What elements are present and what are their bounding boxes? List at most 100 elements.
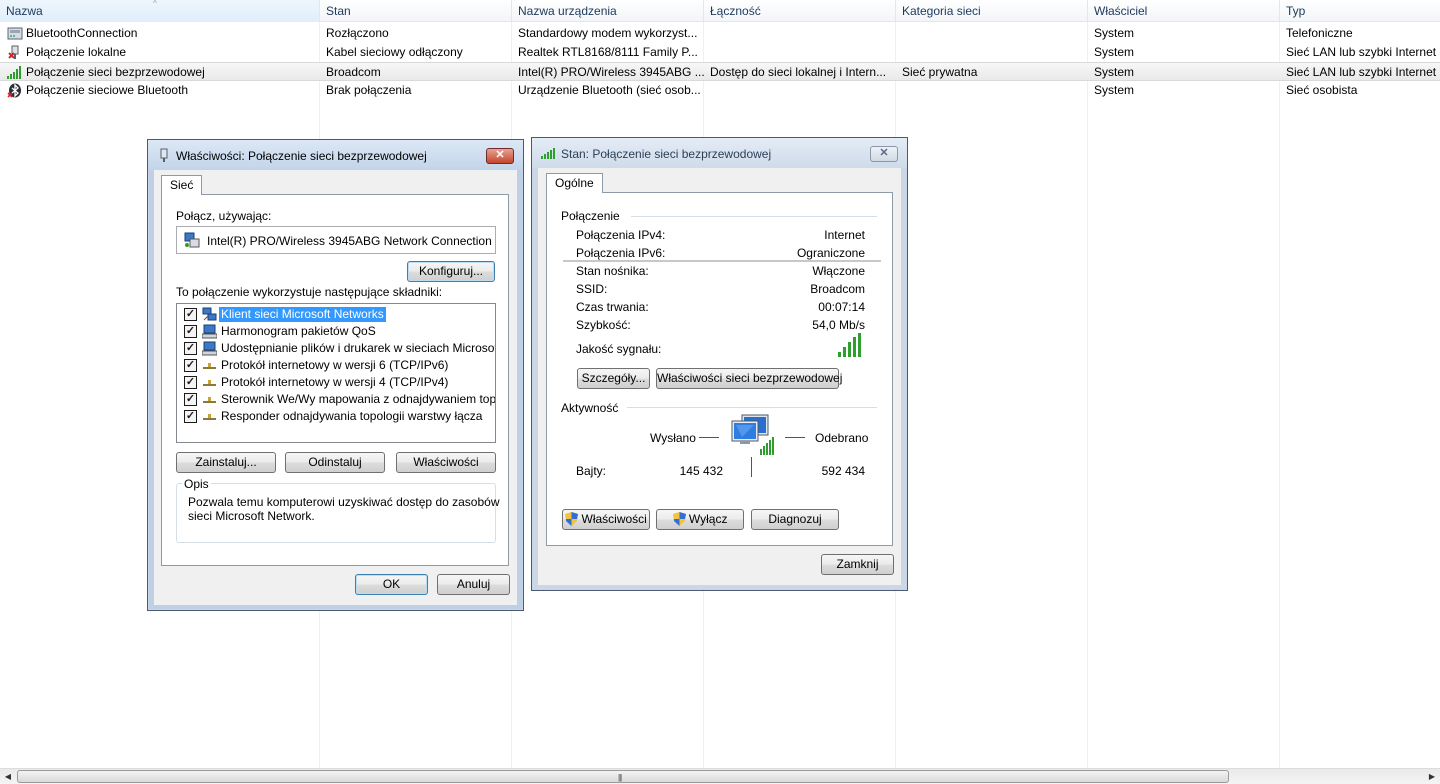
- row-status: Rozłączono: [326, 26, 389, 40]
- media-state-value: Włączone: [812, 264, 865, 278]
- column-header-label: Właściciel: [1094, 4, 1148, 18]
- row-type: Sieć osobista: [1286, 83, 1358, 97]
- list-item[interactable]: ✓ Udostępnianie plików i drukarek w siec…: [177, 340, 495, 357]
- component-properties-button[interactable]: Właściwości: [396, 452, 496, 473]
- column-header-bar: Nazwa ^ Stan Nazwa urządzenia Łączność K…: [0, 0, 1440, 22]
- row-device: Realtek RTL8168/8111 Family P...: [518, 45, 698, 59]
- checkbox-checked[interactable]: ✓: [184, 359, 197, 372]
- grip-icon: |||: [618, 773, 622, 782]
- configure-button[interactable]: Konfiguruj...: [407, 261, 495, 282]
- description-text: sieci Microsoft Network.: [188, 509, 315, 523]
- ok-button[interactable]: OK: [355, 574, 428, 595]
- row-name: Połączenie sieci bezprzewodowej: [26, 65, 205, 79]
- row-category: [896, 81, 1088, 100]
- scroll-right-icon[interactable]: ▶: [1424, 770, 1440, 784]
- ipv6-value: Ograniczone: [796, 246, 865, 260]
- properties-button[interactable]: Właściwości: [562, 509, 650, 530]
- row-type: Sieć LAN lub szybki Internet: [1286, 45, 1437, 59]
- list-item[interactable]: ✓ Protokół internetowy w wersji 4 (TCP/I…: [177, 374, 495, 391]
- checkbox-checked[interactable]: ✓: [184, 410, 197, 423]
- list-item-label: Responder odnajdywania topologii warstwy…: [221, 409, 483, 423]
- checkbox-checked[interactable]: ✓: [184, 376, 197, 389]
- details-button[interactable]: Szczegóły...: [577, 368, 650, 389]
- close-icon[interactable]: ✕: [486, 148, 514, 164]
- network-service-icon: [202, 324, 217, 339]
- column-header-category[interactable]: Kategoria sieci: [896, 0, 1088, 22]
- signal-bar: [848, 342, 851, 357]
- list-item-label: Protokół internetowy w wersji 4 (TCP/IPv…: [221, 375, 449, 389]
- network-service-icon: [202, 341, 217, 356]
- button-label: Właściwości: [581, 512, 647, 526]
- scroll-left-icon[interactable]: ◀: [0, 770, 16, 784]
- activity-divider: [751, 457, 752, 477]
- status-titlebar[interactable]: Stan: Połączenie sieci bezprzewodowej ✕: [532, 138, 907, 168]
- disable-button[interactable]: Wyłącz: [656, 509, 744, 530]
- close-button[interactable]: Zamknij: [821, 554, 894, 575]
- list-item[interactable]: ✓ Sterownik We/Wy mapowania z odnajdywan…: [177, 391, 495, 408]
- ssid-value: Broadcom: [810, 282, 865, 296]
- tab-general[interactable]: Ogólne: [546, 173, 603, 193]
- column-header-type[interactable]: Typ: [1280, 0, 1440, 22]
- cancel-button[interactable]: Anuluj: [437, 574, 510, 595]
- activity-group-label: Aktywność: [561, 401, 619, 415]
- adapter-name: Intel(R) PRO/Wireless 3945ABG Network Co…: [207, 234, 492, 248]
- column-separator: [1087, 0, 1088, 768]
- properties-client: Sieć Połącz, używając: Intel(R) PRO/Wire…: [154, 170, 517, 605]
- list-item[interactable]: ✓ Harmonogram pakietów QoS: [177, 323, 495, 340]
- protocol-icon: [203, 414, 216, 420]
- column-header-owner[interactable]: Właściciel: [1088, 0, 1280, 22]
- uac-shield-icon: [565, 512, 579, 526]
- horizontal-scrollbar[interactable]: ◀ ||| ▶: [0, 768, 1440, 784]
- column-header-label: Łączność: [710, 4, 761, 18]
- ipv6-label: Połączenia IPv6:: [576, 246, 666, 260]
- checkbox-checked[interactable]: ✓: [184, 342, 197, 355]
- list-item[interactable]: ✓ Responder odnajdywania topologii warst…: [177, 408, 495, 425]
- row-type: Telefoniczne: [1286, 26, 1353, 40]
- properties-titlebar[interactable]: Właściwości: Połączenie sieci bezprzewod…: [148, 140, 523, 170]
- scrollbar-thumb[interactable]: |||: [17, 770, 1229, 783]
- properties-dialog: Właściwości: Połączenie sieci bezprzewod…: [147, 139, 524, 611]
- column-header-device[interactable]: Nazwa urządzenia: [512, 0, 704, 22]
- row-category: [896, 43, 1088, 62]
- signal-bar: [838, 352, 841, 357]
- ipv4-value: Internet: [824, 228, 865, 242]
- list-item[interactable]: ✓ Klient sieci Microsoft Networks: [177, 306, 495, 323]
- table-row[interactable]: Połączenie sieciowe Bluetooth Brak połąc…: [0, 81, 1440, 100]
- checkbox-checked[interactable]: ✓: [184, 325, 197, 338]
- column-header-label: Nazwa: [6, 4, 43, 18]
- checkbox-checked[interactable]: ✓: [184, 308, 197, 321]
- column-header-status[interactable]: Stan: [320, 0, 512, 22]
- install-button[interactable]: Zainstaluj...: [176, 452, 276, 473]
- checkbox-checked[interactable]: ✓: [184, 393, 197, 406]
- row-category: Sieć prywatna: [902, 65, 978, 79]
- table-row[interactable]: Połączenie sieci bezprzewodowej Broadcom…: [0, 62, 1440, 81]
- table-row[interactable]: Połączenie lokalne Kabel sieciowy odłącz…: [0, 43, 1440, 62]
- wireless-properties-button[interactable]: Właściwości sieci bezprzewodowej: [656, 368, 842, 389]
- list-item[interactable]: ✓ Protokół internetowy w wersji 6 (TCP/I…: [177, 357, 495, 374]
- network-computers-icon: [731, 414, 774, 455]
- close-icon[interactable]: ✕: [870, 146, 898, 162]
- column-header-label: Stan: [326, 4, 351, 18]
- list-item-label: Klient sieci Microsoft Networks: [219, 307, 386, 322]
- sent-label: Wysłano: [650, 431, 696, 445]
- row-status: Broadcom: [326, 65, 381, 79]
- column-header-name[interactable]: Nazwa: [0, 0, 320, 22]
- column-header-connectivity[interactable]: Łączność: [704, 0, 896, 22]
- diagnose-button[interactable]: Diagnozuj: [751, 509, 839, 530]
- signal-strength-icon: [838, 333, 861, 357]
- signal-bars: [838, 333, 861, 357]
- tab-network[interactable]: Sieć: [161, 175, 203, 195]
- status-title: Stan: Połączenie sieci bezprzewodowej: [561, 147, 772, 161]
- signal-bar: [853, 337, 856, 357]
- received-label: Odebrano: [815, 431, 869, 445]
- tab-label: Ogólne: [555, 176, 594, 190]
- uninstall-button[interactable]: Odinstaluj: [285, 452, 385, 473]
- table-row[interactable]: BluetoothConnection Rozłączono Standardo…: [0, 24, 1440, 43]
- received-line: [785, 437, 805, 438]
- bytes-received-value: 592 434: [821, 464, 865, 478]
- network-tab-page: Połącz, używając: Intel(R) PRO/Wireless …: [161, 194, 509, 566]
- components-list[interactable]: ✓ Klient sieci Microsoft Networks ✓ Harm…: [176, 303, 496, 443]
- signal-bar: [843, 347, 846, 357]
- bytes-sent-value: 145 432: [679, 464, 723, 478]
- network-card-icon: [184, 232, 200, 248]
